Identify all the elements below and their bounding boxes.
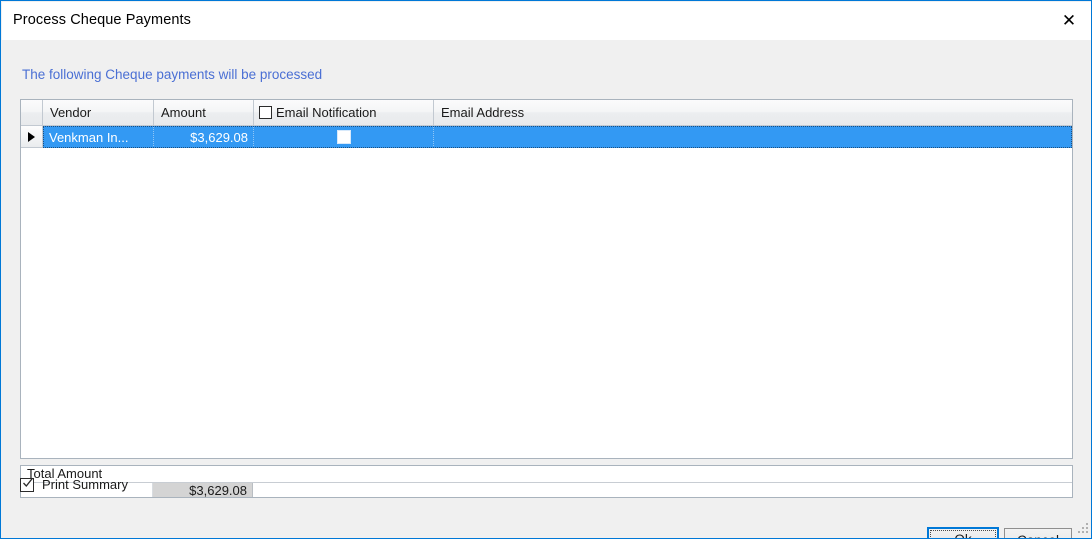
grid-body: Venkman In... $3,629.08 (21, 126, 1072, 458)
total-amount-panel: Total Amount $3,629.08 (20, 465, 1073, 498)
total-rest-cell (253, 483, 1072, 497)
column-header-vendor[interactable]: Vendor (43, 100, 154, 125)
cell-vendor[interactable]: Venkman In... (43, 126, 154, 148)
column-header-vendor-label: Vendor (50, 105, 92, 120)
print-summary-checkbox[interactable]: Print Summary (20, 477, 128, 492)
ok-button[interactable]: Ok (927, 527, 999, 538)
payments-grid: Vendor Amount Email Notification Email A… (20, 99, 1073, 459)
window-title: Process Cheque Payments (13, 12, 191, 28)
instruction-text: The following Cheque payments will be pr… (22, 67, 323, 82)
total-amount-label-row: Total Amount (21, 466, 1072, 483)
column-header-amount[interactable]: Amount (154, 100, 254, 125)
cell-email-notification[interactable] (254, 126, 434, 148)
column-header-amount-label: Amount (161, 105, 206, 120)
column-header-email-notification-label: Email Notification (276, 105, 377, 120)
total-amount-value-row: $3,629.08 (21, 483, 1072, 498)
column-header-email-notification[interactable]: Email Notification (254, 100, 434, 125)
checkmark-icon (23, 477, 34, 487)
cell-email-address[interactable] (434, 126, 1072, 148)
print-summary-label: Print Summary (42, 477, 128, 492)
table-row[interactable]: Venkman In... $3,629.08 (21, 126, 1072, 148)
title-bar: Process Cheque Payments ✕ (2, 2, 1091, 40)
current-row-arrow-icon (28, 131, 35, 142)
row-header-cell[interactable] (21, 126, 43, 148)
process-cheque-payments-dialog: Process Cheque Payments ✕ The following … (0, 0, 1092, 539)
cancel-button[interactable]: Cancel (1004, 528, 1072, 538)
cancel-button-label: Cancel (1017, 533, 1059, 538)
total-amount-value: $3,629.08 (153, 483, 253, 498)
row-cells: Venkman In... $3,629.08 (43, 126, 1072, 148)
close-icon: ✕ (1061, 10, 1077, 31)
ok-focus-rectangle (930, 530, 996, 538)
resize-grip[interactable] (1076, 523, 1089, 536)
grid-header-row: Vendor Amount Email Notification Email A… (21, 100, 1072, 126)
column-header-email-address[interactable]: Email Address (434, 100, 1072, 125)
cell-amount[interactable]: $3,629.08 (154, 126, 254, 148)
grid-corner-header[interactable] (21, 100, 43, 125)
select-all-notification-checkbox[interactable] (259, 106, 272, 119)
email-notification-checkbox[interactable] (336, 130, 351, 144)
dialog-body: The following Cheque payments will be pr… (2, 40, 1091, 538)
print-summary-checkbox-box (20, 477, 34, 492)
close-button[interactable]: ✕ (1046, 2, 1091, 40)
column-header-email-address-label: Email Address (441, 105, 525, 120)
